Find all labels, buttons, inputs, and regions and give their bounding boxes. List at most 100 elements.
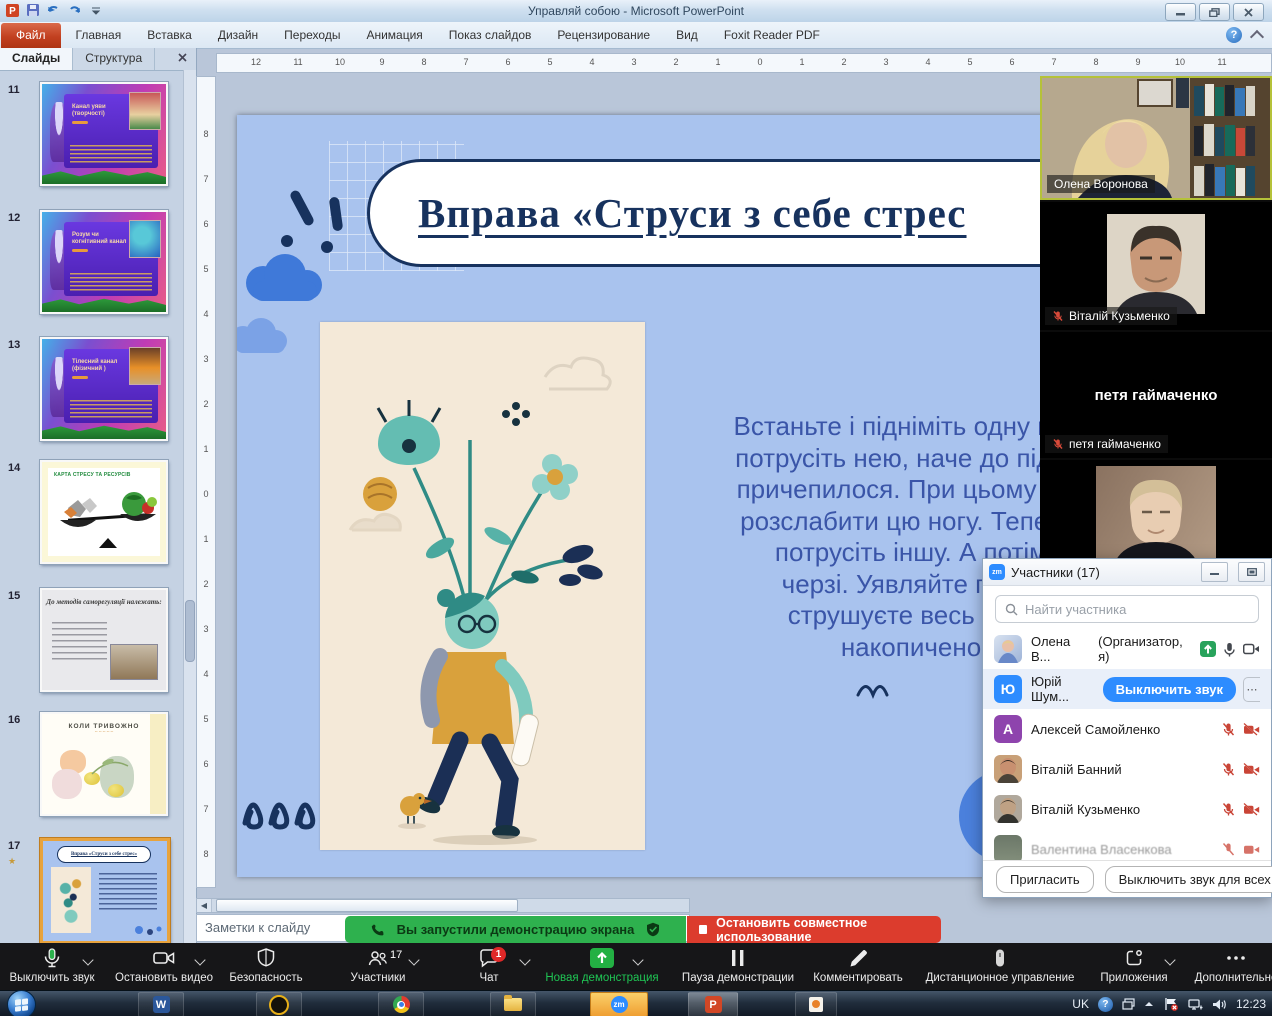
stop-share-banner[interactable]: Остановить совместное использование (687, 916, 941, 943)
new-share-button[interactable]: Новая демонстрация (527, 947, 677, 984)
slide-13-thumbnail[interactable]: Тілесний канал (фізичний ) (40, 337, 168, 441)
slide-12-thumbnail[interactable]: Розум чи когнітивний канал (40, 210, 168, 314)
minimize-button[interactable] (1165, 3, 1196, 21)
slide-16-thumbnail[interactable]: КОЛИ ТРИВОЖНО ~ ~ ~ ~ ~ (40, 712, 168, 816)
avatar (994, 835, 1022, 863)
slide-14-thumbnail[interactable]: КАРТА СТРЕСУ ТА РЕСУРСІВ (40, 460, 168, 564)
participant-name: Віталій Банний (1031, 762, 1122, 777)
mute-all-button[interactable]: Выключить звук для всех (1105, 866, 1272, 893)
scroll-left-icon[interactable]: ◀ (197, 899, 212, 912)
window-tray-icon[interactable] (1122, 998, 1135, 1011)
tab-design[interactable]: Дизайн (205, 23, 271, 48)
tab-view[interactable]: Вид (663, 23, 711, 48)
language-indicator[interactable]: UK (1072, 997, 1089, 1011)
chevron-up-icon[interactable] (632, 954, 643, 965)
taskbar-word[interactable]: W (138, 992, 184, 1016)
shield-icon (255, 947, 277, 969)
participant-row-yurii[interactable]: Ю Юрій Шум... Выключить звук ⋯ (983, 669, 1271, 709)
participant-name: Алексей Самойленко (1031, 722, 1160, 737)
tab-transitions[interactable]: Переходы (271, 23, 353, 48)
tab-slides[interactable]: Слайды (0, 48, 73, 70)
volume-icon[interactable] (1212, 998, 1227, 1011)
tab-outline[interactable]: Структура (73, 48, 155, 70)
undo-icon[interactable] (46, 2, 62, 18)
powerpoint-app-icon[interactable]: P (4, 2, 20, 18)
tab-home[interactable]: Главная (63, 23, 135, 48)
invite-button[interactable]: Пригласить (996, 866, 1094, 893)
avatar (994, 635, 1022, 663)
slide-number: 13 (8, 339, 20, 351)
participants-count: 17 (390, 949, 402, 961)
network-icon[interactable] (1188, 998, 1203, 1011)
tab-file[interactable]: Файл (1, 23, 61, 48)
clock[interactable]: 12:23 (1236, 997, 1266, 1011)
panel-minimize-button[interactable] (1201, 562, 1228, 582)
scale-illustration (48, 478, 168, 550)
muted-mic-icon (1052, 438, 1064, 450)
taskbar-app-circle[interactable] (256, 992, 302, 1016)
tab-slideshow[interactable]: Показ слайдов (436, 23, 545, 48)
mic-on-icon[interactable] (1223, 642, 1236, 657)
taskbar-zoom-active[interactable]: zm (590, 992, 648, 1016)
restore-button[interactable] (1199, 3, 1230, 21)
tab-review[interactable]: Рецензирование (544, 23, 663, 48)
slide-11-thumbnail[interactable]: Канал уяви (творчості) (40, 82, 168, 186)
video-tile-vitalii-k[interactable]: Віталій Кузьменко (1040, 202, 1272, 330)
taskbar-powerpoint-active[interactable]: P (688, 992, 738, 1016)
windows-taskbar: W zm P UK ? 12:23 (0, 990, 1272, 1016)
mute-participant-button[interactable]: Выключить звук (1103, 677, 1236, 702)
pane-close-icon[interactable] (169, 48, 196, 70)
help-tray-icon[interactable]: ? (1098, 997, 1113, 1012)
taskbar-chrome[interactable] (378, 992, 424, 1016)
video-tile-petia[interactable]: петя гаймаченко петя гаймаченко (1040, 332, 1272, 458)
zoom-toolbar: Выключить звук Остановить видео Безопасн… (0, 943, 1272, 990)
participant-row-olena[interactable]: Олена В... (Организатор, я) (983, 629, 1271, 669)
screen-share-banner: Вы запустили демонстрацию экрана (345, 916, 686, 943)
muted-camera-icon (1243, 723, 1260, 736)
screen-sharing-icon (1200, 641, 1216, 657)
slide-thumb-row: 17 ★ Вправа «Струси з себе стрес» (0, 838, 184, 943)
muted-mic-icon (1221, 842, 1236, 857)
tab-foxit[interactable]: Foxit Reader PDF (711, 23, 833, 48)
slide-thumb-row: 12 Розум чи когнітивний канал (0, 210, 184, 320)
share-screen-icon (589, 947, 615, 969)
redo-icon[interactable] (67, 2, 83, 18)
slide-15-thumbnail[interactable]: До методів саморегуляції належать: (40, 588, 168, 692)
participant-row-kuzmenko[interactable]: Віталій Кузьменко (983, 789, 1271, 829)
more-button[interactable]: Дополнительно (1161, 947, 1272, 984)
customize-qat-icon[interactable] (88, 2, 104, 18)
tab-insert[interactable]: Вставка (134, 23, 205, 48)
panel-popout-button[interactable] (1238, 562, 1265, 582)
thumbnails-scrollbar[interactable] (183, 70, 196, 943)
annotate-button[interactable]: Комментировать (783, 947, 933, 984)
zoom-video-strip: Олена Воронова Віталій Кузьменко петя га… (1040, 76, 1272, 560)
close-button[interactable] (1233, 3, 1264, 21)
muted-mic-icon (1221, 722, 1236, 737)
tab-animations[interactable]: Анимация (353, 23, 435, 48)
camera-on-icon[interactable] (1243, 643, 1260, 655)
participant-row-bannyi[interactable]: Віталій Банний (983, 749, 1271, 789)
more-options-button[interactable]: ⋯ (1243, 677, 1260, 702)
slide-17-thumbnail-selected[interactable]: Вправа «Струси з себе стрес» (40, 838, 170, 943)
participants-header[interactable]: zm Участники (17) (983, 559, 1271, 586)
remote-control-button[interactable]: Дистанционное управление (925, 947, 1075, 984)
search-input[interactable]: Найти участника (995, 595, 1259, 623)
video-tile-olena[interactable]: Олена Воронова (1040, 76, 1272, 200)
start-button[interactable] (7, 990, 36, 1016)
muted-mic-icon (1221, 802, 1236, 817)
horizontal-scrollbar[interactable]: ◀ (196, 898, 690, 913)
participant-row-aleksei[interactable]: А Алексей Самойленко (983, 709, 1271, 749)
minimize-ribbon-icon[interactable] (1250, 29, 1264, 43)
help-icon[interactable]: ? (1226, 27, 1242, 43)
vertical-ruler: 87 65 43 21 01 23 45 67 8 (196, 76, 216, 888)
slide-number: 11 (8, 84, 20, 96)
taskbar-app-misc[interactable] (795, 992, 837, 1016)
hidden-icons-arrow[interactable] (1144, 1000, 1154, 1008)
save-icon[interactable] (25, 2, 41, 18)
video-tile-fourth[interactable] (1040, 460, 1272, 560)
security-shield-icon[interactable] (646, 922, 660, 937)
taskbar-explorer[interactable] (490, 992, 536, 1016)
action-center-flag-icon[interactable] (1163, 997, 1179, 1011)
participant-row-clipped[interactable]: Валентина Власенкова (983, 829, 1271, 863)
participants-panel: zm Участники (17) Найти участника Олена … (982, 558, 1272, 898)
